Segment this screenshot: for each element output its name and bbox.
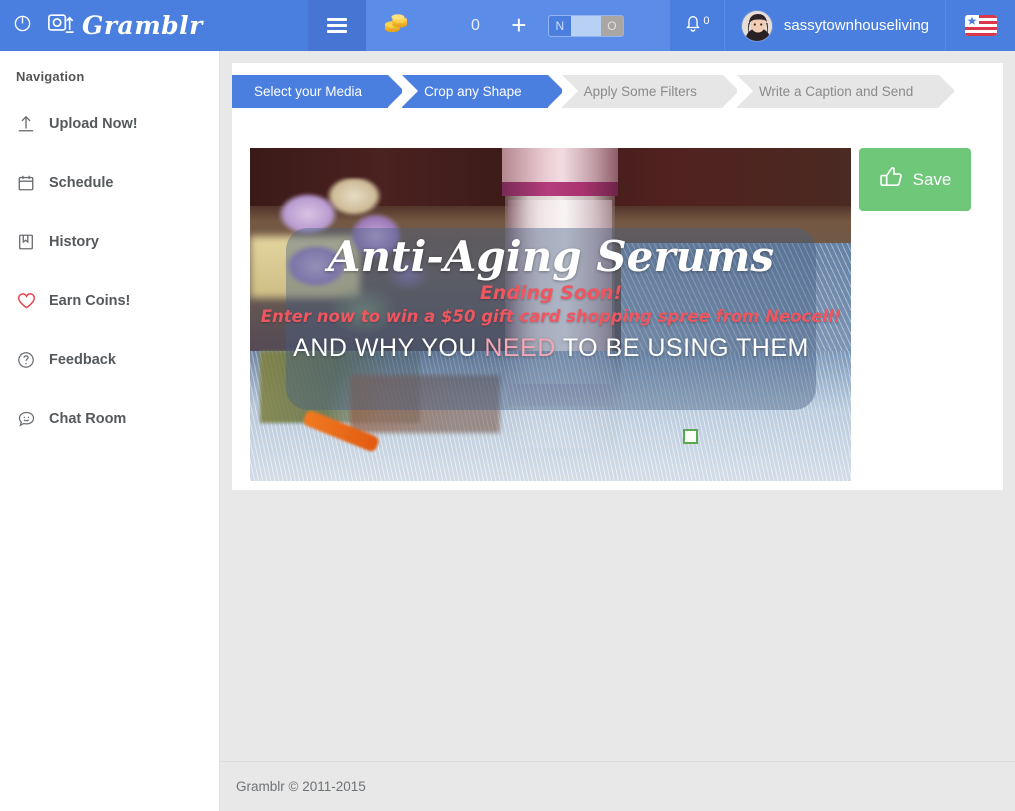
sidebar-item-feedback[interactable]: Feedback [0,330,219,389]
on-off-toggle[interactable]: N O [547,14,624,37]
copyright-text: Gramblr © 2011-2015 [236,779,366,794]
notifications-button[interactable]: 0 [668,0,724,51]
save-button[interactable]: Save [859,148,971,211]
crop-handle[interactable] [683,429,698,444]
upload-icon [16,114,36,134]
user-menu[interactable]: sassytownhouseliving [723,0,945,51]
main-content: Select your Media Crop any Shape Apply S… [220,51,1015,811]
add-coins-button[interactable]: + [497,0,540,51]
coin-count: 0 [470,16,480,34]
calendar-icon [16,173,36,193]
question-circle-icon [16,350,36,370]
sidebar-item-label: Chat Room [49,410,127,427]
photo-text-group: Anti-Aging Serums Ending Soon! Enter now… [261,228,841,410]
sidebar-item-history[interactable]: History [0,212,219,271]
sidebar-title: Navigation [16,69,85,84]
hamburger-menu-icon [326,15,347,36]
heart-icon [16,291,36,311]
camera-upload-icon [48,12,74,39]
brand-name: Gramblr [82,11,203,40]
step-crop-any-shape[interactable]: Crop any Shape [402,75,564,108]
photo-ending-text: Ending Soon! [479,282,623,305]
save-button-label: Save [912,169,952,189]
top-header: Gramblr 0 + N O 0 sassytownhouseliving [0,0,1015,51]
sidebar-item-label: Upload Now! [49,115,138,132]
photo-subtitle-after: TO BE USING THEM [555,334,809,363]
step-label: Select your Media [254,84,363,99]
toggle-on-label: N [548,15,571,36]
hamburger-menu-button[interactable] [307,0,366,51]
coin-stack-icon [384,13,408,38]
sidebar-item-earn-coins[interactable]: Earn Coins! [0,271,219,330]
photo-title: Anti-Aging Serums [327,232,775,281]
photo-subtitle-highlight: NEED [484,334,556,363]
sidebar-item-chat-room[interactable]: Chat Room [0,389,219,448]
sidebar-item-label: History [49,233,99,250]
toggle-track [571,16,601,36]
us-flag-icon [964,15,997,36]
power-icon [13,14,32,38]
plus-icon: + [511,10,527,40]
editor-row: Anti-Aging Serums Ending Soon! Enter now… [250,148,971,481]
bookmark-icon [16,232,36,252]
crop-preview-image[interactable]: Anti-Aging Serums Ending Soon! Enter now… [250,148,851,481]
coin-balance[interactable]: 0 [365,0,498,51]
photo-subtitle: AND WHY YOU NEED TO BE USING THEM [293,334,809,363]
notification-toggle-wrap: N O [539,0,669,51]
sidebar-item-schedule[interactable]: Schedule [0,153,219,212]
sidebar: Navigation Upload Now! Schedule History … [0,51,220,811]
step-label: Apply Some Filters [583,84,697,99]
chat-bubble-icon [16,409,36,429]
footer: Gramblr © 2011-2015 [220,761,1015,811]
toggle-off-label: O [600,15,623,36]
sidebar-item-label: Schedule [49,174,114,191]
editor-panel: Select your Media Crop any Shape Apply S… [232,63,1003,490]
power-button[interactable] [0,0,38,51]
avatar [740,9,773,42]
notification-badge: 0 [703,14,710,27]
sidebar-item-upload-now[interactable]: Upload Now! [0,94,219,153]
brand-logo[interactable]: Gramblr [38,0,203,51]
header-spacer [203,0,308,51]
photo-bottle-cap-band [502,182,618,196]
language-selector[interactable] [945,0,1015,51]
step-write-a-caption-and-send[interactable]: Write a Caption and Send [736,75,956,108]
thumbs-up-icon [879,165,904,194]
sidebar-item-label: Earn Coins! [49,292,131,309]
username: sassytownhouseliving [783,17,929,34]
step-breadcrumb: Select your Media Crop any Shape Apply S… [232,63,1003,108]
step-label: Crop any Shape [424,84,522,99]
photo-subtitle-before: AND WHY YOU [293,334,485,363]
sidebar-item-label: Feedback [49,351,116,368]
bell-icon [684,13,702,38]
step-apply-some-filters[interactable]: Apply Some Filters [561,75,740,108]
step-select-your-media[interactable]: Select your Media [232,75,405,108]
photo-promo-text: Enter now to win a $50 gift card shoppin… [260,307,842,327]
step-label: Write a Caption and Send [758,84,914,99]
